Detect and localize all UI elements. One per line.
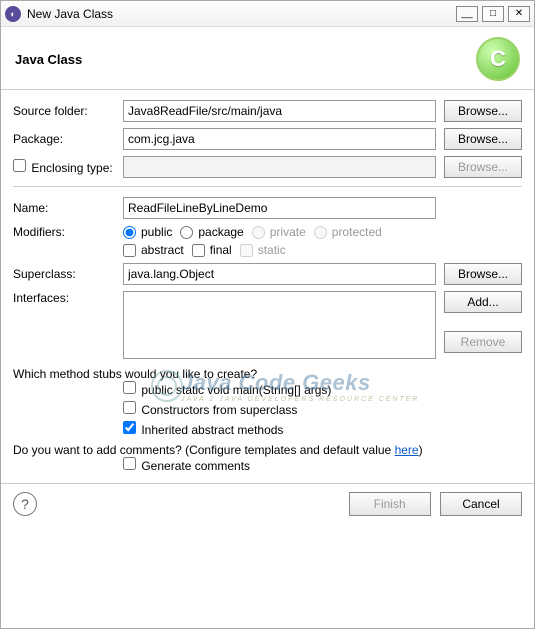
maximize-button[interactable]: □	[482, 6, 504, 22]
generate-comments[interactable]: Generate comments	[123, 457, 250, 473]
modifier-package-radio[interactable]	[180, 226, 193, 239]
modifier-public[interactable]: public	[123, 225, 172, 239]
source-folder-label: Source folder:	[13, 104, 123, 118]
modifier-package[interactable]: package	[180, 225, 243, 239]
generate-comments-checkbox[interactable]	[123, 457, 136, 470]
package-input[interactable]	[123, 128, 436, 150]
dialog-footer: ? Finish Cancel	[1, 483, 534, 524]
dialog-content: Source folder: Browse... Package: Browse…	[1, 90, 534, 483]
stubs-question: Which method stubs would you like to cre…	[13, 367, 522, 381]
modifier-abstract-checkbox[interactable]	[123, 244, 136, 257]
package-browse-button[interactable]: Browse...	[444, 128, 522, 150]
interfaces-add-button[interactable]: Add...	[444, 291, 522, 313]
titlebar: ◐ New Java Class __ □ ✕	[1, 1, 534, 27]
name-label: Name:	[13, 201, 123, 215]
superclass-input[interactable]	[123, 263, 436, 285]
modifier-private: private	[252, 225, 306, 239]
interfaces-remove-button: Remove	[444, 331, 522, 353]
dialog-header: Java Class C	[1, 27, 534, 90]
separator	[13, 186, 522, 187]
stub-main-checkbox[interactable]	[123, 381, 136, 394]
modifier-protected: protected	[314, 225, 382, 239]
superclass-browse-button[interactable]: Browse...	[444, 263, 522, 285]
finish-button: Finish	[349, 492, 431, 516]
minimize-button[interactable]: __	[456, 6, 478, 22]
superclass-label: Superclass:	[13, 267, 123, 281]
enclosing-type-browse-button: Browse...	[444, 156, 522, 178]
close-button[interactable]: ✕	[508, 6, 530, 22]
class-icon: C	[476, 37, 520, 81]
modifier-protected-radio	[314, 226, 327, 239]
modifier-abstract[interactable]: abstract	[123, 243, 184, 257]
stub-inherited[interactable]: Inherited abstract methods	[123, 421, 283, 437]
name-input[interactable]	[123, 197, 436, 219]
enclosing-type-input	[123, 156, 436, 178]
stub-constructors-checkbox[interactable]	[123, 401, 136, 414]
enclosing-type-label[interactable]: Enclosing type:	[13, 161, 113, 175]
source-folder-browse-button[interactable]: Browse...	[444, 100, 522, 122]
modifiers-label: Modifiers:	[13, 225, 123, 239]
app-icon: ◐	[5, 6, 21, 22]
interfaces-list[interactable]	[123, 291, 436, 359]
interfaces-label: Interfaces:	[13, 291, 123, 305]
window-title: New Java Class	[27, 7, 452, 21]
modifier-final[interactable]: final	[192, 243, 232, 257]
modifier-static-checkbox	[240, 244, 253, 257]
enclosing-type-checkbox[interactable]	[13, 159, 26, 172]
comments-question: Do you want to add comments? (Configure …	[13, 443, 522, 457]
dialog-title: Java Class	[15, 52, 82, 67]
modifier-static: static	[240, 243, 286, 257]
modifier-public-radio[interactable]	[123, 226, 136, 239]
help-button[interactable]: ?	[13, 492, 37, 516]
source-folder-input[interactable]	[123, 100, 436, 122]
cancel-button[interactable]: Cancel	[440, 492, 522, 516]
stub-constructors[interactable]: Constructors from superclass	[123, 401, 297, 417]
modifier-private-radio	[252, 226, 265, 239]
package-label: Package:	[13, 132, 123, 146]
modifier-final-checkbox[interactable]	[192, 244, 205, 257]
stub-inherited-checkbox[interactable]	[123, 421, 136, 434]
stub-main[interactable]: public static void main(String[] args)	[123, 381, 331, 397]
configure-templates-link[interactable]: here	[395, 443, 419, 457]
